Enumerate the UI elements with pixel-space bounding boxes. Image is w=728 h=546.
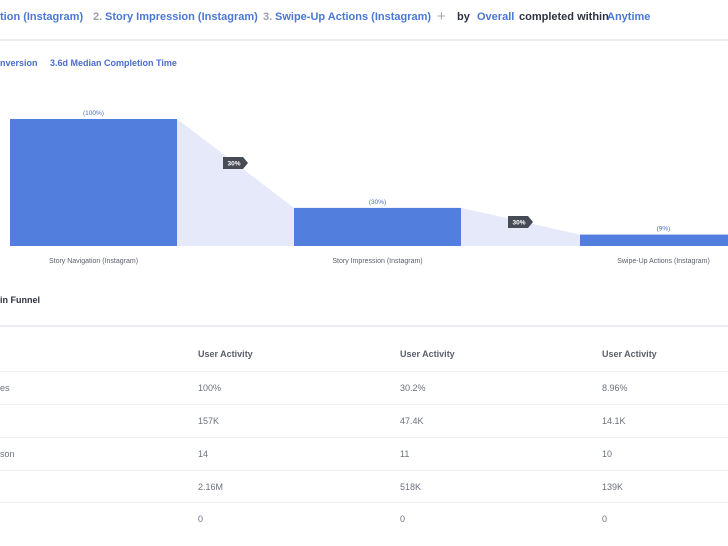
divider	[0, 325, 728, 327]
table-cell: 47.4K	[400, 416, 424, 426]
conversion-summary: nversion	[0, 58, 38, 68]
table-cell: 10	[602, 449, 613, 459]
step-2-number: 2.	[93, 11, 103, 23]
table-row: 0 0 0	[0, 502, 728, 536]
funnel-steps-bar: tion (Instagram) 2. Story Impression (In…	[0, 0, 728, 41]
funnel-connector	[177, 119, 294, 246]
by-label: by	[457, 11, 470, 23]
row-label: es	[0, 383, 10, 393]
plus-icon[interactable]: +	[437, 8, 446, 25]
funnel-chart: (100%) Story Navigation (Instagram) (30%) S…	[10, 110, 728, 265]
table-cell: 157K	[198, 416, 220, 426]
column-header: User Activity	[198, 349, 253, 359]
conversion-badge-label: 30%	[512, 220, 525, 227]
step-3-link[interactable]: Swipe-Up Actions (Instagram)	[275, 11, 431, 23]
funnel-bar	[10, 119, 177, 246]
row-label: son	[0, 449, 15, 459]
column-header: User Activity	[602, 349, 657, 359]
bar-value-label: (9%)	[657, 226, 671, 233]
table-cell: 2.16M	[198, 482, 224, 492]
bar-value-label: (30%)	[369, 199, 386, 206]
table-cell: 100%	[198, 383, 222, 393]
table-row: 157K 47.4K 14.1K	[0, 404, 728, 438]
table-cell: 14	[198, 449, 209, 459]
bar-value-label: (100%)	[83, 110, 104, 117]
table-row: son 14 11 10	[0, 437, 728, 471]
funnel-bar	[580, 234, 728, 246]
section-title: in Funnel	[0, 295, 40, 305]
table-row: 2.16M 518K 139K	[0, 470, 728, 504]
table-cell: 30.2%	[400, 383, 426, 393]
table-cell: 0	[198, 514, 204, 524]
funnel-bar	[294, 207, 461, 246]
step-2-link[interactable]: Story Impression (Instagram)	[105, 11, 258, 23]
category-label: Story Impression (Instagram)	[332, 258, 422, 265]
step-1-link[interactable]: tion (Instagram)	[0, 11, 83, 23]
category-label: Swipe-Up Actions (Instagram)	[617, 258, 710, 265]
table-cell: 0	[602, 514, 608, 524]
table-row: es 100% 30.2% 8.96%	[0, 371, 728, 405]
table-cell: 518K	[400, 482, 422, 492]
table-cell: 14.1K	[602, 416, 626, 426]
category-label: Story Navigation (Instagram)	[49, 258, 138, 265]
breakdown-selector[interactable]: Overall	[477, 11, 514, 23]
time-window-selector[interactable]: Anytime	[607, 11, 650, 23]
median-completion-time: 3.6d Median Completion Time	[50, 58, 177, 68]
column-header: User Activity	[400, 349, 455, 359]
conversion-badge-label: 30%	[227, 161, 240, 168]
step-3-number: 3.	[263, 11, 273, 23]
table-cell: 11	[400, 449, 410, 459]
table-cell: 8.96%	[602, 383, 628, 393]
completed-within-label: completed within	[519, 11, 609, 23]
table-cell: 139K	[602, 482, 624, 492]
table-cell: 0	[400, 514, 406, 524]
